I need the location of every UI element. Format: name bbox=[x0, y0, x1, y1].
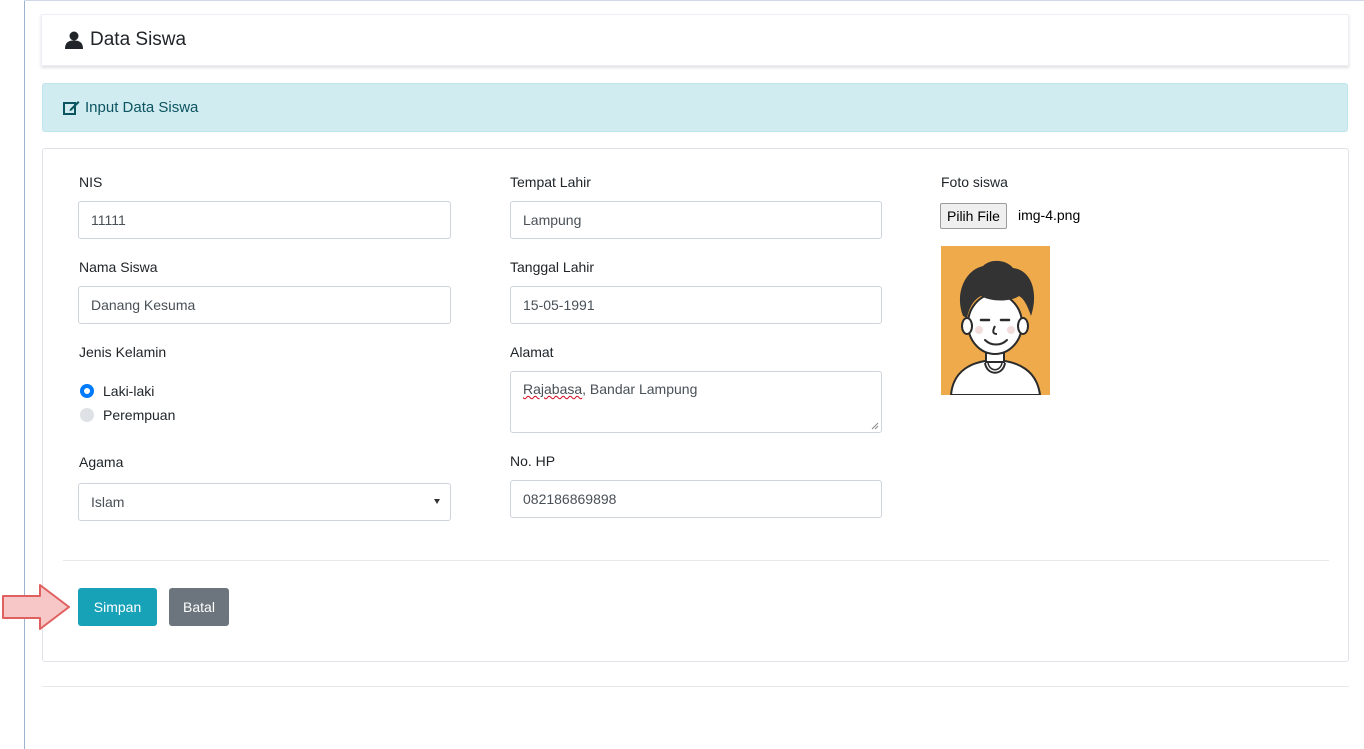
resize-handle-icon[interactable] bbox=[871, 422, 879, 430]
no-hp-value: 082186869898 bbox=[523, 491, 617, 507]
radio-perempuan-label: Perempuan bbox=[103, 407, 176, 423]
no-hp-label: No. HP bbox=[510, 453, 556, 469]
tempat-lahir-value: Lampung bbox=[523, 212, 582, 228]
choose-file-button[interactable]: Pilih File bbox=[940, 203, 1007, 229]
frame-border-top bbox=[24, 0, 1364, 1]
student-photo bbox=[941, 246, 1050, 395]
nama-siswa-label: Nama Siswa bbox=[79, 259, 158, 275]
nis-label: NIS bbox=[79, 174, 103, 190]
alamat-label: Alamat bbox=[510, 344, 554, 360]
alamat-value-part2: , Bandar Lampung bbox=[582, 381, 698, 397]
agama-select[interactable]: Islam bbox=[78, 483, 451, 521]
student-form-card: NIS 11111 Nama Siswa Danang Kesuma Jenis… bbox=[42, 148, 1349, 662]
page-title: Data Siswa bbox=[90, 29, 187, 50]
info-alert: Input Data Siswa bbox=[42, 83, 1348, 132]
tanggal-lahir-value: 15-05-1991 bbox=[523, 297, 595, 313]
save-button[interactable]: Simpan bbox=[78, 588, 157, 626]
jenis-kelamin-label: Jenis Kelamin bbox=[79, 344, 167, 360]
nis-input[interactable]: 11111 bbox=[78, 201, 451, 239]
no-hp-input[interactable]: 082186869898 bbox=[510, 480, 882, 518]
alamat-textarea[interactable]: Rajabasa, Bandar Lampung bbox=[510, 371, 882, 433]
radio-perempuan[interactable]: Perempuan bbox=[80, 407, 175, 423]
radio-unchecked-indicator bbox=[80, 408, 94, 422]
nama-siswa-value: Danang Kesuma bbox=[91, 297, 196, 313]
tanggal-lahir-input[interactable]: 15-05-1991 bbox=[510, 286, 882, 324]
agama-selected-value: Islam bbox=[91, 494, 125, 510]
alamat-value-part1: Rajabasa bbox=[523, 381, 583, 397]
bottom-divider bbox=[42, 686, 1349, 687]
tempat-lahir-input[interactable]: Lampung bbox=[510, 201, 882, 239]
user-icon bbox=[65, 31, 83, 49]
nis-value: 11111 bbox=[91, 212, 126, 228]
radio-laki-laki-label: Laki-laki bbox=[103, 383, 155, 399]
radio-laki-laki[interactable]: Laki-laki bbox=[80, 383, 154, 399]
agama-label: Agama bbox=[79, 454, 124, 470]
radio-checked-indicator bbox=[80, 384, 94, 398]
edit-icon bbox=[63, 101, 80, 115]
page-header: Data Siswa bbox=[41, 14, 1349, 66]
cancel-button[interactable]: Batal bbox=[169, 588, 229, 626]
form-divider bbox=[63, 560, 1329, 561]
tempat-lahir-label: Tempat Lahir bbox=[510, 174, 591, 190]
chevron-down-icon bbox=[434, 499, 440, 504]
file-name: img-4.png bbox=[1018, 207, 1081, 223]
tanggal-lahir-label: Tanggal Lahir bbox=[510, 259, 595, 275]
alert-text: Input Data Siswa bbox=[85, 99, 199, 116]
foto-siswa-label: Foto siswa bbox=[941, 174, 1008, 190]
nama-siswa-input[interactable]: Danang Kesuma bbox=[78, 286, 451, 324]
arrow-right-icon bbox=[2, 584, 70, 630]
frame-border-left bbox=[24, 0, 25, 749]
